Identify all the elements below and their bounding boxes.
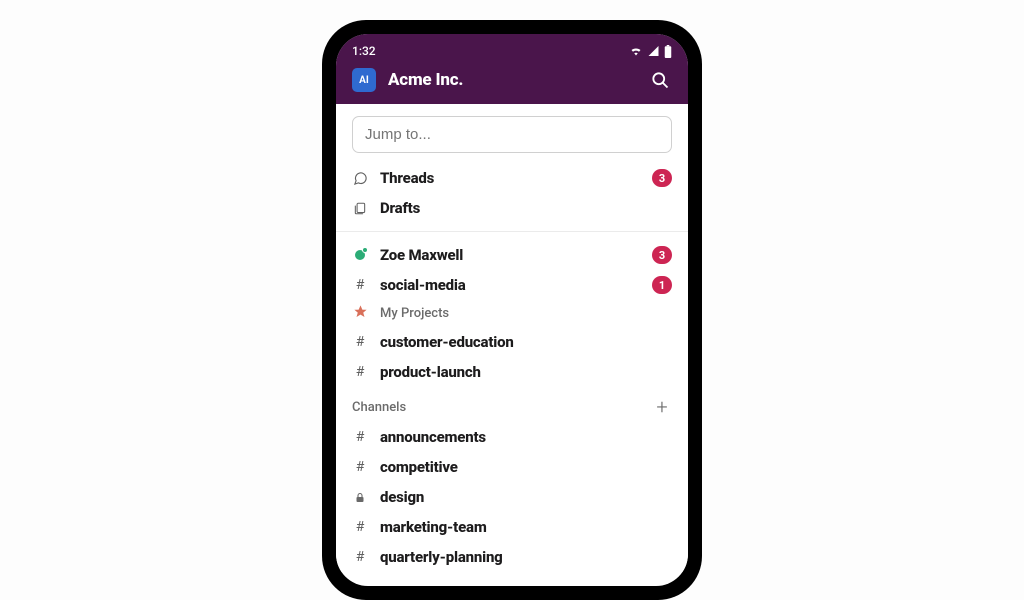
channel-list: Threads 3 Drafts Zoe Maxwell 3 # social-… xyxy=(336,104,688,572)
channel-item[interactable]: # announcements xyxy=(336,422,688,452)
screen: 1:32 AI Acme Inc. xyxy=(336,34,688,586)
add-channel-button[interactable]: + xyxy=(652,397,672,417)
wifi-icon xyxy=(629,45,643,57)
hash-icon: # xyxy=(352,364,368,380)
channel-item-label: social-media xyxy=(380,276,640,294)
battery-icon xyxy=(664,45,672,58)
channel-item[interactable]: design xyxy=(336,482,688,512)
channel-item-label: announcements xyxy=(380,428,672,446)
search-button[interactable] xyxy=(648,68,672,92)
star-icon xyxy=(352,305,368,322)
channel-item-label: customer-education xyxy=(380,333,672,351)
channel-item[interactable]: # product-launch xyxy=(336,357,688,387)
unread-badge: 1 xyxy=(652,276,672,294)
nav-item-drafts[interactable]: Drafts xyxy=(336,193,688,223)
app-header: 1:32 AI Acme Inc. xyxy=(336,34,688,104)
workspace-avatar[interactable]: AI xyxy=(352,68,376,92)
section-header-my-projects[interactable]: My Projects xyxy=(336,300,688,327)
channel-item[interactable]: # competitive xyxy=(336,452,688,482)
search-icon xyxy=(650,70,670,90)
nav-item-threads[interactable]: Threads 3 xyxy=(336,163,688,193)
unread-badge: 3 xyxy=(652,246,672,264)
channel-item-label: product-launch xyxy=(380,363,672,381)
hash-icon: # xyxy=(352,429,368,445)
signal-icon xyxy=(647,45,660,57)
jump-to-input[interactable] xyxy=(352,116,672,153)
threads-icon xyxy=(352,171,368,186)
unread-badge: 3 xyxy=(652,169,672,187)
nav-item-label: Drafts xyxy=(380,199,672,217)
section-header-channels[interactable]: Channels + xyxy=(336,387,688,422)
hash-icon: # xyxy=(352,459,368,475)
hash-icon: # xyxy=(352,334,368,350)
divider xyxy=(336,231,688,232)
status-icons xyxy=(629,45,672,58)
dm-item[interactable]: Zoe Maxwell 3 xyxy=(336,240,688,270)
presence-icon xyxy=(352,250,368,260)
section-title: My Projects xyxy=(380,306,672,321)
channel-item-label: marketing-team xyxy=(380,518,672,536)
hash-icon: # xyxy=(352,277,368,293)
channel-item-label: quarterly-planning xyxy=(380,548,672,566)
hash-icon: # xyxy=(352,519,368,535)
section-title: Channels xyxy=(352,400,640,415)
nav-item-label: Threads xyxy=(380,169,640,187)
jump-to-wrap xyxy=(336,104,688,163)
channel-item[interactable]: # customer-education xyxy=(336,327,688,357)
lock-icon xyxy=(352,491,368,504)
workspace-name: Acme Inc. xyxy=(388,70,636,90)
status-bar: 1:32 xyxy=(352,42,672,68)
phone-frame: 1:32 AI Acme Inc. xyxy=(322,20,702,600)
hash-icon: # xyxy=(352,549,368,565)
status-time: 1:32 xyxy=(352,44,376,58)
workspace-avatar-label: AI xyxy=(359,75,369,86)
channel-item[interactable]: # quarterly-planning xyxy=(336,542,688,572)
workspace-row[interactable]: AI Acme Inc. xyxy=(352,68,672,92)
channel-item-label: design xyxy=(380,488,672,506)
channel-item[interactable]: # marketing-team xyxy=(336,512,688,542)
channel-item-label: competitive xyxy=(380,458,672,476)
drafts-icon xyxy=(352,201,368,216)
channel-item[interactable]: # social-media 1 xyxy=(336,270,688,300)
dm-item-label: Zoe Maxwell xyxy=(380,246,640,264)
